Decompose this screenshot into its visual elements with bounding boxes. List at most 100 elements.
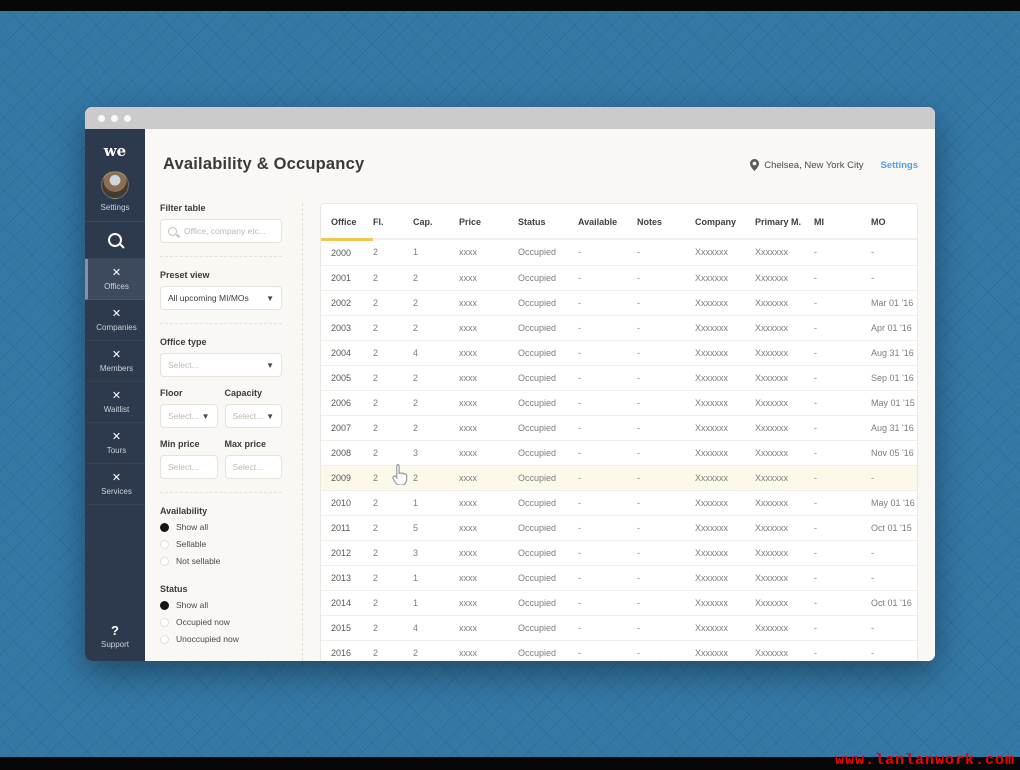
office-cell: 2005 [321, 365, 373, 390]
column-header-cap[interactable]: Cap. [413, 204, 459, 239]
sidebar-item-support[interactable]: ? Support [85, 623, 145, 661]
search-input[interactable] [182, 225, 274, 237]
preset-view-select[interactable]: All upcoming MI/MOs ▼ [160, 286, 282, 310]
table-row[interactable]: 200823xxxxOccupied--XxxxxxxXxxxxxx-Nov 0… [321, 440, 917, 465]
column-header-company[interactable]: Company [695, 204, 755, 239]
sidebar-settings-label[interactable]: Settings [85, 203, 145, 212]
office-cell: 2002 [321, 290, 373, 315]
availability-label: Availability [160, 506, 282, 516]
location-settings-link[interactable]: Settings [881, 160, 918, 171]
table-row[interactable]: 201524xxxxOccupied--XxxxxxxXxxxxxx-- [321, 615, 917, 640]
support-label: Support [85, 640, 145, 649]
column-header-mo[interactable]: MO [871, 204, 917, 239]
window-dot-icon[interactable] [124, 115, 131, 122]
column-header-available[interactable]: Available [578, 204, 637, 239]
sidebar-item-waitlist[interactable]: ✕Waitlist [85, 382, 145, 423]
table-row[interactable]: 200021xxxxOccupied--XxxxxxxXxxxxxx-- [321, 239, 917, 265]
sidebar-item-companies[interactable]: ✕Companies [85, 300, 145, 341]
table-row[interactable]: 200622xxxxOccupied--XxxxxxxXxxxxxx-May 0… [321, 390, 917, 415]
status-label: Status [160, 584, 282, 594]
office-cell: 2009 [321, 465, 373, 490]
table-row[interactable]: 201125xxxxOccupied--XxxxxxxXxxxxxx-Oct 0… [321, 515, 917, 540]
table-row[interactable]: 201321xxxxOccupied--XxxxxxxXxxxxxx-- [321, 565, 917, 590]
x-icon: ✕ [112, 268, 121, 279]
floor-select[interactable]: Select... ▼ [160, 404, 218, 428]
office-type-select[interactable]: Select... ▼ [160, 353, 282, 377]
office-cell: 2010 [321, 490, 373, 515]
sidebar-search-button[interactable] [85, 222, 145, 259]
filter-search-field[interactable] [160, 219, 282, 243]
sidebar-item-tours[interactable]: ✕Tours [85, 423, 145, 464]
availability-option-show-all[interactable]: Show all [160, 522, 282, 532]
max-price-field[interactable]: Select... [225, 455, 283, 479]
table-row[interactable]: 200222xxxxOccupied--XxxxxxxXxxxxxx-Mar 0… [321, 290, 917, 315]
sidebar: we Settings ✕Offices✕Companies✕Members✕W… [85, 129, 145, 661]
sidebar-item-services[interactable]: ✕Services [85, 464, 145, 505]
window-dot-icon[interactable] [111, 115, 118, 122]
avatar[interactable] [101, 171, 129, 199]
table-row[interactable]: 200722xxxxOccupied--XxxxxxxXxxxxxx-Aug 3… [321, 415, 917, 440]
table-row[interactable]: 200522xxxxOccupied--XxxxxxxXxxxxxx-Sep 0… [321, 365, 917, 390]
radio-button[interactable] [160, 618, 169, 627]
filter-panel: Filter table Preset view All upcoming MI… [145, 203, 303, 661]
chevron-down-icon: ▼ [266, 412, 274, 421]
sidebar-item-members[interactable]: ✕Members [85, 341, 145, 382]
table-row[interactable]: 200922xxxxOccupied--XxxxxxxXxxxxxx-- [321, 465, 917, 490]
office-cell: 2013 [321, 565, 373, 590]
location-label: Chelsea, New York City [764, 160, 863, 171]
availability-option-not-sellable[interactable]: Not sellable [160, 556, 282, 566]
x-icon: ✕ [112, 391, 121, 402]
office-cell: 2000 [321, 239, 373, 265]
column-header-office[interactable]: Office [321, 204, 373, 239]
min-price-label: Min price [160, 439, 218, 449]
table-row[interactable]: 201622xxxxOccupied--XxxxxxxXxxxxxx-- [321, 640, 917, 661]
table-row[interactable]: 200322xxxxOccupied--XxxxxxxXxxxxxx-Apr 0… [321, 315, 917, 340]
office-cell: 2012 [321, 540, 373, 565]
search-icon [108, 233, 122, 247]
radio-button[interactable] [160, 523, 169, 532]
column-header-price[interactable]: Price [459, 204, 518, 239]
capacity-label: Capacity [225, 388, 283, 398]
office-cell: 2016 [321, 640, 373, 661]
column-header-status[interactable]: Status [518, 204, 578, 239]
status-option-show-all[interactable]: Show all [160, 600, 282, 610]
floor-label: Floor [160, 388, 218, 398]
x-icon: ✕ [112, 432, 121, 443]
search-icon [168, 227, 177, 236]
status-option-occupied-now[interactable]: Occupied now [160, 617, 282, 627]
window-dot-icon[interactable] [98, 115, 105, 122]
page-title: Availability & Occupancy [163, 155, 364, 174]
location-pin-icon [750, 159, 759, 171]
status-option-unoccupied-now[interactable]: Unoccupied now [160, 634, 282, 644]
column-header-mi[interactable]: MI [814, 204, 871, 239]
table-row[interactable]: 201021xxxxOccupied--XxxxxxxXxxxxxx-May 0… [321, 490, 917, 515]
office-cell: 2006 [321, 390, 373, 415]
table-row[interactable]: 200122xxxxOccupied--XxxxxxxXxxxxxx-- [321, 265, 917, 290]
column-header-primarym[interactable]: Primary M. [755, 204, 814, 239]
chevron-down-icon: ▼ [202, 412, 210, 421]
capacity-select[interactable]: Select... ▼ [225, 404, 283, 428]
sidebar-item-offices[interactable]: ✕Offices [85, 259, 145, 300]
availability-option-sellable[interactable]: Sellable [160, 539, 282, 549]
chevron-down-icon: ▼ [266, 294, 274, 303]
column-header-fl[interactable]: Fl. [373, 204, 413, 239]
preset-view-label: Preset view [160, 270, 282, 280]
radio-button[interactable] [160, 557, 169, 566]
radio-button[interactable] [160, 601, 169, 610]
table-row[interactable]: 201223xxxxOccupied--XxxxxxxXxxxxxx-- [321, 540, 917, 565]
min-price-field[interactable]: Select... [160, 455, 218, 479]
main-content: Availability & Occupancy Chelsea, New Yo… [145, 129, 935, 661]
watermark: www.lanlanwork.com [835, 752, 1015, 769]
radio-button[interactable] [160, 635, 169, 644]
radio-button[interactable] [160, 540, 169, 549]
window-titlebar[interactable] [85, 107, 935, 129]
column-header-notes[interactable]: Notes [637, 204, 695, 239]
table-row[interactable]: 201421xxxxOccupied--XxxxxxxXxxxxxx-Oct 0… [321, 590, 917, 615]
filter-table-label: Filter table [160, 203, 282, 213]
office-type-label: Office type [160, 337, 282, 347]
chevron-down-icon: ▼ [266, 361, 274, 370]
office-cell: 2014 [321, 590, 373, 615]
availability-table: OfficeFl.Cap.PriceStatusAvailableNotesCo… [321, 204, 917, 661]
table-row[interactable]: 200424xxxxOccupied--XxxxxxxXxxxxxx-Aug 3… [321, 340, 917, 365]
office-cell: 2007 [321, 415, 373, 440]
